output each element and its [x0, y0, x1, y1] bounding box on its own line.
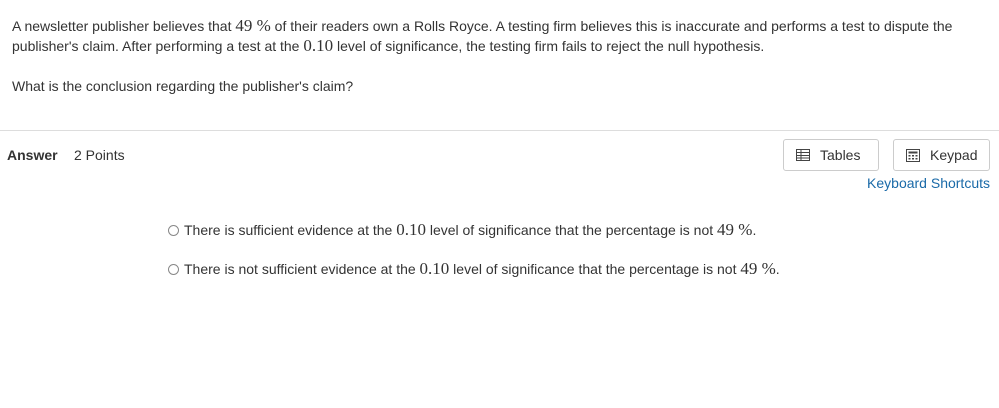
option-significance: 0.10 — [419, 259, 450, 278]
question-prompt: What is the conclusion regarding the pub… — [12, 78, 354, 94]
answer-option-2[interactable]: There is not sufficient evidence at the … — [168, 259, 780, 279]
option-percentage: 49 % — [717, 220, 753, 239]
question-text: A newsletter publisher believes that 49 … — [12, 16, 972, 56]
answer-option-1[interactable]: There is sufficient evidence at the 0.10… — [168, 220, 756, 240]
option-percentage: 49 % — [740, 259, 776, 278]
question-part-1: A newsletter publisher believes that — [12, 18, 236, 34]
option-text: There is sufficient evidence at the 0.10… — [184, 220, 756, 240]
keyboard-shortcuts-link[interactable]: Keyboard Shortcuts — [867, 175, 990, 191]
option-text: There is not sufficient evidence at the … — [184, 259, 780, 279]
option-text-post: . — [752, 222, 757, 238]
question-part-3: level of significance, the testing firm … — [333, 38, 765, 54]
radio-button[interactable] — [168, 263, 179, 275]
tables-button[interactable]: Tables — [783, 139, 879, 171]
claimed-percentage: 49 % — [235, 16, 271, 35]
points-label: 2 Points — [74, 147, 125, 163]
significance-level: 0.10 — [303, 36, 334, 55]
option-text-pre: There is sufficient evidence at the — [184, 222, 397, 238]
divider — [0, 130, 999, 131]
option-text-pre: There is not sufficient evidence at the — [184, 261, 420, 277]
option-significance: 0.10 — [396, 220, 426, 239]
keypad-label: Keypad — [930, 147, 978, 163]
tables-label: Tables — [820, 147, 861, 163]
option-text-post: . — [775, 261, 780, 277]
answer-label: Answer — [7, 147, 58, 163]
option-text-mid: level of significance that the percentag… — [425, 222, 718, 238]
radio-button[interactable] — [168, 224, 179, 236]
table-icon — [796, 149, 810, 161]
keypad-button[interactable]: Keypad — [893, 139, 990, 171]
option-text-mid: level of significance that the percentag… — [449, 261, 741, 277]
calculator-icon — [906, 149, 920, 162]
